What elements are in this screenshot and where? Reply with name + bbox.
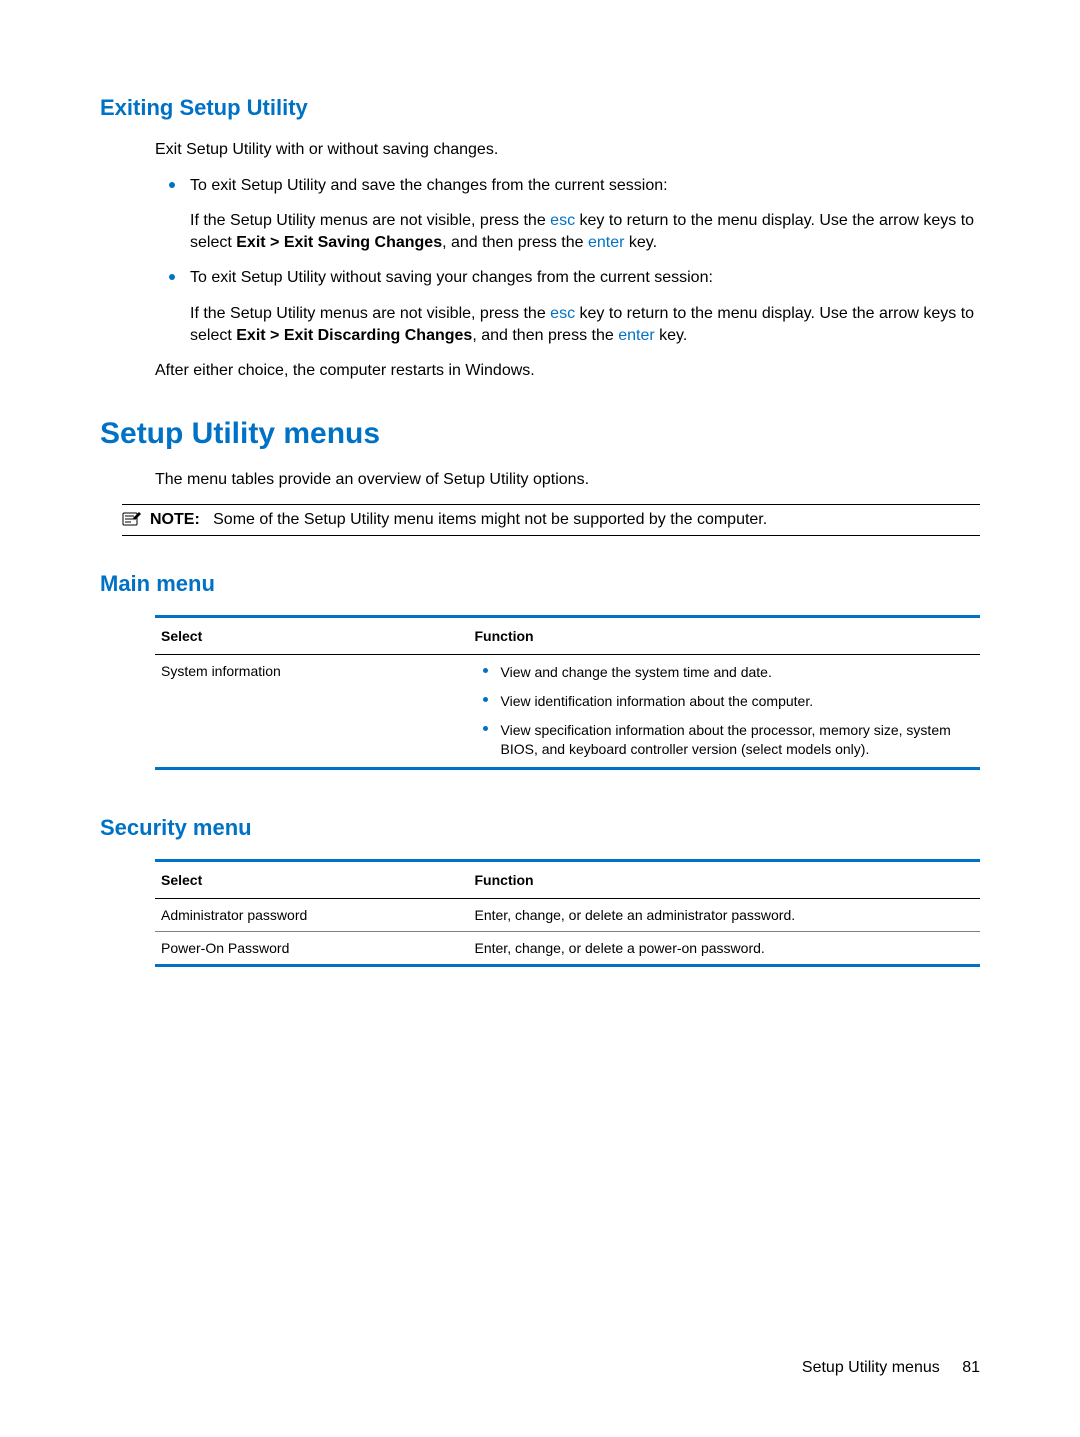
menus-body: The menu tables provide an overview of S… [155,469,980,491]
cell-function: Enter, change, or delete a power-on pass… [469,931,981,964]
esc-key: esc [550,212,575,229]
exiting-item-save-text: To exit Setup Utility and save the chang… [190,175,980,197]
note-text: NOTE: Some of the Setup Utility menu ite… [150,511,767,529]
cell-function: Enter, change, or delete an administrato… [469,898,981,931]
exiting-item-discard-sub: If the Setup Utility menus are not visib… [190,303,980,346]
col-function: Function [469,862,981,899]
text-fragment: , and then press the [442,234,588,251]
note-icon [122,511,142,527]
cell-function: View and change the system time and date… [469,655,981,767]
menus-intro: The menu tables provide an overview of S… [155,469,980,491]
page-footer: Setup Utility menus 81 [802,1359,980,1377]
table-row: Power-On Password Enter, change, or dele… [155,931,980,964]
exiting-intro: Exit Setup Utility with or without savin… [155,139,980,161]
note-body: Some of the Setup Utility menu items mig… [213,511,767,528]
heading-setup-utility-menus: Setup Utility menus [100,417,980,451]
table-header-row: Select Function [155,618,980,655]
text-fragment: key. [655,327,688,344]
text-fragment: If the Setup Utility menus are not visib… [190,212,550,229]
document-page: Exiting Setup Utility Exit Setup Utility… [0,0,1080,1437]
cell-select: System information [155,655,469,767]
table-row: Administrator password Enter, change, or… [155,898,980,931]
function-list: View and change the system time and date… [475,663,975,759]
enter-key: enter [588,234,624,251]
text-fragment: If the Setup Utility menus are not visib… [190,305,550,322]
exiting-item-discard: To exit Setup Utility without saving you… [155,267,980,346]
cell-select: Administrator password [155,898,469,931]
menu-path-discard: Exit > Exit Discarding Changes [236,327,472,344]
enter-key: enter [618,327,654,344]
footer-page-number: 81 [962,1359,980,1376]
heading-security-menu: Security menu [100,815,980,841]
text-fragment: , and then press the [472,327,618,344]
heading-main-menu: Main menu [100,571,980,597]
security-menu-table: Select Function Administrator password E… [155,859,980,967]
list-item: View and change the system time and date… [475,663,975,682]
heading-exiting-setup-utility: Exiting Setup Utility [100,95,980,121]
cell-select: Power-On Password [155,931,469,964]
menu-path-save: Exit > Exit Saving Changes [236,234,442,251]
table-header-row: Select Function [155,862,980,899]
main-menu-table: Select Function System information View … [155,615,980,770]
col-select: Select [155,618,469,655]
exiting-after: After either choice, the computer restar… [155,360,980,382]
text-fragment: key. [624,234,657,251]
col-select: Select [155,862,469,899]
note-block: NOTE: Some of the Setup Utility menu ite… [122,504,980,536]
exiting-body: Exit Setup Utility with or without savin… [155,139,980,382]
esc-key: esc [550,305,575,322]
footer-section: Setup Utility menus [802,1359,940,1376]
table-row: System information View and change the s… [155,655,980,767]
note-label: NOTE: [150,511,200,528]
col-function: Function [469,618,981,655]
list-item: View specification information about the… [475,721,975,759]
exiting-item-save-sub: If the Setup Utility menus are not visib… [190,210,980,253]
list-item: View identification information about th… [475,692,975,711]
exiting-item-save: To exit Setup Utility and save the chang… [155,175,980,254]
exiting-list: To exit Setup Utility and save the chang… [155,175,980,347]
exiting-item-discard-text: To exit Setup Utility without saving you… [190,267,980,289]
